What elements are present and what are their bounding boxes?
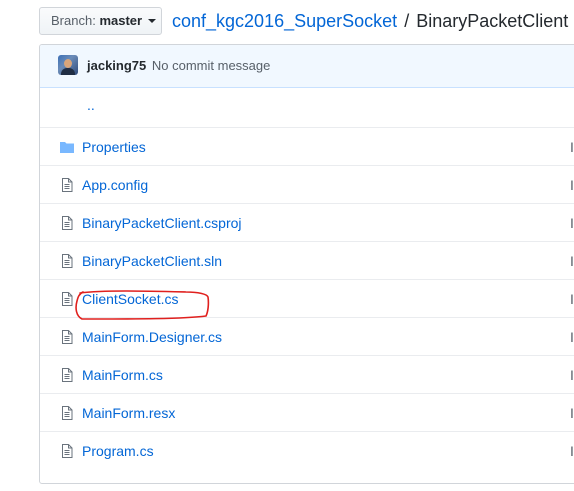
file-row[interactable]: App.config I	[40, 165, 574, 203]
parent-directory-row[interactable]: ..	[40, 88, 574, 127]
top-bar: Branch: master conf_kgc2016_SuperSocket …	[0, 0, 574, 44]
file-icon	[59, 177, 75, 193]
file-name-link[interactable]: BinaryPacketClient.sln	[82, 252, 222, 270]
truncated-commit-text: I	[570, 367, 574, 383]
file-row[interactable]: MainForm.cs I	[40, 355, 574, 393]
file-name-link[interactable]: Properties	[82, 138, 146, 156]
file-name-link[interactable]: MainForm.Designer.cs	[82, 328, 222, 346]
file-name-link[interactable]: BinaryPacketClient.csproj	[82, 214, 242, 232]
file-icon	[59, 329, 75, 345]
branch-prefix: Branch:	[51, 13, 96, 28]
truncated-commit-text: I	[570, 291, 574, 307]
file-row[interactable]: MainForm.Designer.cs I	[40, 317, 574, 355]
file-row[interactable]: Program.cs I	[40, 431, 574, 469]
red-annotation-circle	[75, 290, 210, 320]
file-row[interactable]: MainForm.resx I	[40, 393, 574, 431]
latest-commit-bar: jacking75 No commit message	[40, 45, 574, 88]
truncated-commit-text: I	[570, 443, 574, 459]
commit-author-link[interactable]: jacking75	[87, 58, 146, 73]
branch-select-button[interactable]: Branch: master	[39, 7, 162, 35]
breadcrumb-repo-link[interactable]: conf_kgc2016_SuperSocket	[172, 11, 397, 31]
file-row[interactable]: BinaryPacketClient.csproj I	[40, 203, 574, 241]
file-name-link[interactable]: Program.cs	[82, 442, 154, 460]
parent-directory-link[interactable]: ..	[87, 96, 95, 114]
commit-info: jacking75 No commit message	[87, 58, 270, 74]
file-browser: jacking75 No commit message .. Propertie…	[39, 44, 574, 484]
file-icon	[59, 367, 75, 383]
truncated-commit-text: I	[570, 405, 574, 421]
file-row[interactable]: BinaryPacketClient.sln I	[40, 241, 574, 279]
file-icon	[59, 405, 75, 421]
truncated-commit-text: I	[570, 139, 574, 155]
file-name-link[interactable]: MainForm.resx	[82, 404, 175, 422]
truncated-commit-text: I	[570, 215, 574, 231]
commit-message: No commit message	[151, 58, 271, 73]
truncated-commit-text: I	[570, 177, 574, 193]
truncated-commit-text: I	[570, 329, 574, 345]
avatar[interactable]	[58, 55, 78, 75]
folder-icon	[59, 139, 75, 155]
file-row[interactable]: Properties I	[40, 127, 574, 165]
truncated-commit-text: I	[570, 253, 574, 269]
file-icon	[59, 443, 75, 459]
file-icon	[59, 291, 75, 307]
file-icon	[59, 215, 75, 231]
branch-name: master	[99, 13, 143, 28]
file-name-link[interactable]: App.config	[82, 176, 148, 194]
breadcrumb: conf_kgc2016_SuperSocket / BinaryPacketC…	[172, 9, 574, 33]
breadcrumb-current-folder: BinaryPacketClient	[416, 11, 569, 31]
chevron-down-icon	[148, 18, 157, 23]
file-icon	[59, 253, 75, 269]
breadcrumb-separator: /	[404, 11, 410, 31]
file-name-link[interactable]: MainForm.cs	[82, 366, 163, 384]
